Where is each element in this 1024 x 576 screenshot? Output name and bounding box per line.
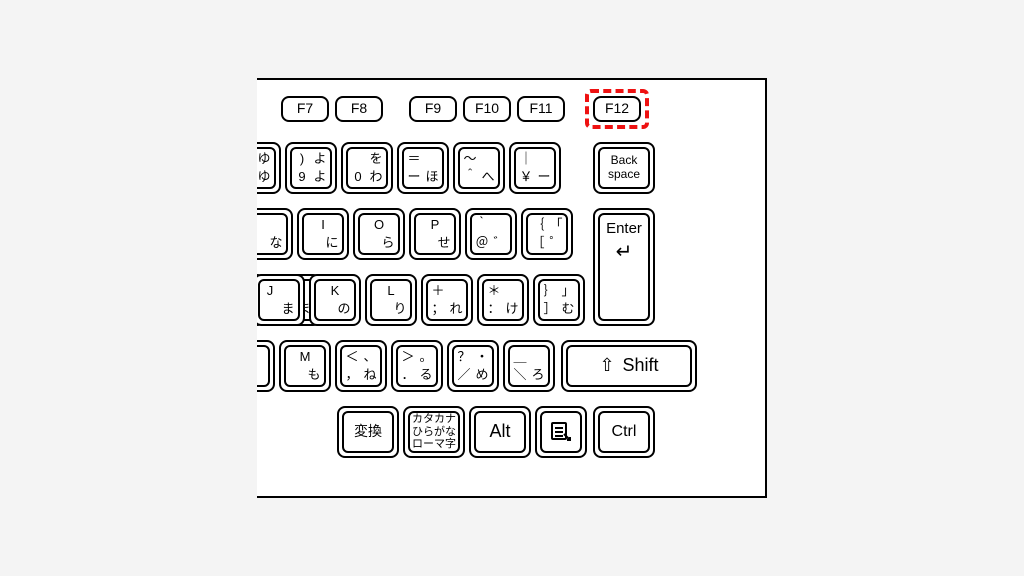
enter-label: Enter (606, 220, 642, 237)
key-i[interactable]: Iに (297, 208, 349, 260)
key-0[interactable]: を0わ (341, 142, 393, 194)
shift-label: Shift (623, 356, 659, 376)
key-shift[interactable]: ⇧ Shift (561, 340, 697, 392)
key-application[interactable] (535, 406, 587, 458)
key-yen[interactable]: ｜￥ー (509, 142, 561, 194)
key-o[interactable]: Oら (353, 208, 405, 260)
key-8[interactable]: (ゆ8ゆ (257, 142, 281, 194)
key-enter[interactable]: Enter ↵ (593, 208, 655, 326)
key-minus[interactable]: ＝ーほ (397, 142, 449, 194)
henkan-label: 変換 (354, 424, 382, 439)
key-f9[interactable]: F9 (409, 96, 457, 122)
key-bracket-close[interactable]: ｝」］む (533, 274, 585, 326)
key-label: F9 (425, 101, 441, 116)
key-alt[interactable]: Alt (469, 406, 531, 458)
key-9[interactable]: )よ9よ (285, 142, 337, 194)
key-p[interactable]: Pせ (409, 208, 461, 260)
key-label: F7 (297, 101, 313, 116)
menu-icon (549, 420, 573, 444)
enter-arrow-icon: ↵ (616, 241, 633, 264)
shift-arrow-icon: ⇧ (599, 356, 614, 376)
alt-label: Alt (489, 422, 510, 442)
key-kana[interactable]: カタカナ ひらがな ローマ字 (403, 406, 465, 458)
key-backspace[interactable]: Backspace (593, 142, 655, 194)
key-f10[interactable]: F10 (463, 96, 511, 122)
key-f11[interactable]: F11 (517, 96, 565, 122)
key-slash[interactable]: ？・／め (447, 340, 499, 392)
key-period[interactable]: ＞。．る (391, 340, 443, 392)
key-backslash[interactable]: ＿＼ろ (503, 340, 555, 392)
key-caret[interactable]: ～＾へ (453, 142, 505, 194)
key-j-visible[interactable]: Jま (257, 274, 305, 326)
key-at[interactable]: ｀＠゛ (465, 208, 517, 260)
key-m[interactable]: Mも (279, 340, 331, 392)
key-colon[interactable]: ＊：け (477, 274, 529, 326)
key-label: F12 (605, 101, 629, 116)
key-bracket-open[interactable]: ｛「［゜ (521, 208, 573, 260)
key-label: F11 (529, 101, 552, 116)
key-l[interactable]: Lり (365, 274, 417, 326)
key-f7[interactable]: F7 (281, 96, 329, 122)
key-label: F8 (351, 101, 367, 116)
key-henkan[interactable]: 変換 (337, 406, 399, 458)
ctrl-label: Ctrl (612, 423, 637, 441)
key-f8[interactable]: F8 (335, 96, 383, 122)
key-m-cut[interactable] (257, 340, 275, 392)
key-k[interactable]: Kの (309, 274, 361, 326)
key-ctrl[interactable]: Ctrl (593, 406, 655, 458)
key-semicolon[interactable]: ＋；れ (421, 274, 473, 326)
key-f12[interactable]: F12 (593, 96, 641, 122)
key-i-partial[interactable]: な (257, 208, 293, 260)
key-comma[interactable]: ＜、，ね (335, 340, 387, 392)
keyboard-diagram: F7 F8 F9 F10 F11 F12 (ゆ8ゆ )よ9よ を0わ ＝ーほ ～… (257, 78, 767, 498)
key-label: F10 (475, 101, 499, 116)
